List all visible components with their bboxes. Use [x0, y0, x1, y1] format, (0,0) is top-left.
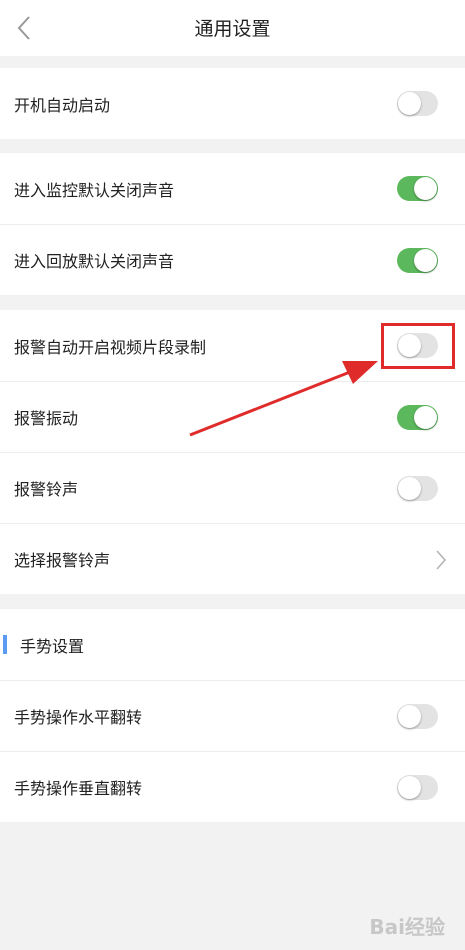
watermark-logo: Bai经验 — [369, 915, 445, 939]
annotation-arrow-icon — [189, 361, 378, 437]
